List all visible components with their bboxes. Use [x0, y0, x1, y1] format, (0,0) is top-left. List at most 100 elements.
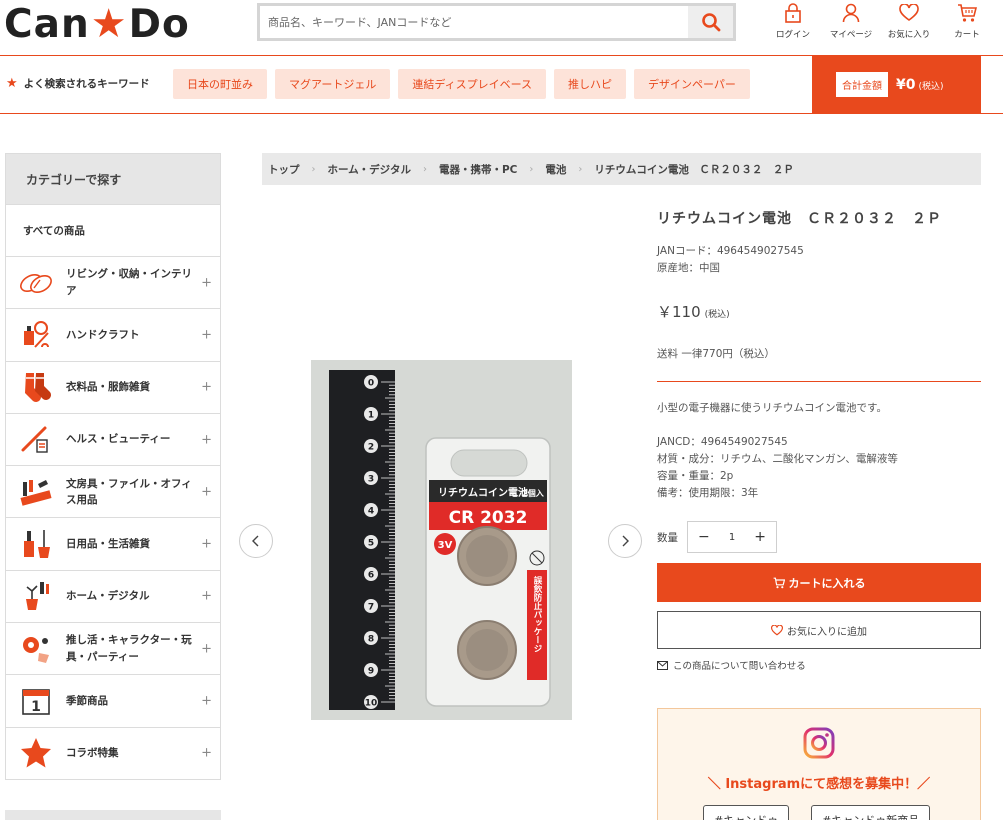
- gallery-next-button[interactable]: [608, 524, 642, 558]
- sidebar-item-stationery[interactable]: 文房具・ファイル・オフィス用品 +: [6, 466, 220, 519]
- breadcrumb: トップ › ホーム・デジタル › 電器・携帯・PC › 電池 › リチウムコイン電池 Ｃ…: [262, 153, 981, 185]
- cart-link[interactable]: カート: [938, 0, 996, 44]
- user-icon: [842, 3, 860, 23]
- sidebar-next-section: [5, 810, 221, 820]
- add-to-cart-button[interactable]: カートに入れる: [657, 563, 981, 602]
- sidebar-item-handcraft[interactable]: ハンドクラフト +: [6, 309, 220, 362]
- search-button[interactable]: [688, 6, 733, 38]
- expand-plus-icon[interactable]: +: [201, 589, 212, 604]
- add-to-favorites-button[interactable]: お気に入りに追加: [657, 611, 981, 649]
- living-icon: [20, 273, 52, 293]
- keyword-chip[interactable]: マグアートジェル: [275, 69, 391, 99]
- cart-total-value: ¥0 (税込): [896, 76, 944, 93]
- ruler-number: 0: [368, 379, 374, 389]
- sidebar-item-household[interactable]: 日用品・生活雑貨 +: [6, 518, 220, 571]
- login-link[interactable]: ログイン: [764, 0, 822, 44]
- breadcrumb-item[interactable]: トップ: [268, 162, 300, 177]
- ruler-number: 1: [368, 411, 374, 421]
- product-spec: 材質・成分：リチウム、二酸化マンガン、電解液等: [657, 453, 898, 465]
- clothing-icon: [25, 373, 51, 403]
- sidebar-item-label: リビング・収納・インテリア: [66, 268, 192, 297]
- product-spec: 備考：使用期限：3年: [657, 487, 759, 499]
- expand-plus-icon[interactable]: +: [201, 537, 212, 552]
- mypage-label: マイページ: [829, 30, 873, 40]
- product-title: リチウムコイン電池 ＣＲ２０３２ ２Ｐ: [657, 211, 942, 227]
- cart-total-label: 合計金額: [836, 72, 888, 97]
- toys-icon: [23, 636, 49, 663]
- cart-total-box[interactable]: 合計金額 ¥0 (税込): [812, 56, 981, 113]
- favorites-label: お気に入り: [887, 30, 931, 40]
- keyword-chip[interactable]: 日本の町並み: [173, 69, 267, 99]
- sidebar-item-living[interactable]: リビング・収納・インテリア +: [6, 257, 220, 310]
- ruler-number: 9: [368, 667, 374, 677]
- breadcrumb-item[interactable]: 電器・携帯・PC: [439, 162, 517, 177]
- cart-label: カート: [954, 30, 980, 40]
- ruler-number: 4: [368, 507, 374, 517]
- product-image[interactable]: 0 1 2 3 4 5 6 7 8 9 10 リチウムコイン電池 2個入 CR 2032 3V 誤飲…: [311, 360, 572, 720]
- sidebar-item-all[interactable]: すべての商品: [6, 205, 220, 257]
- keyword-chip[interactable]: 推しハピ: [554, 69, 627, 99]
- site-logo[interactable]: Can ★ Do: [4, 1, 190, 47]
- sidebar-item-label: 推し活・キャラクター・玩具・パーティー: [66, 634, 192, 663]
- shipping-fee: 送料 一律770円（税込）: [657, 348, 775, 360]
- hashtag-button[interactable]: #キャンドゥ: [703, 805, 790, 820]
- breadcrumb-item[interactable]: 電池: [545, 162, 566, 177]
- sidebar-item-toys[interactable]: 推し活・キャラクター・玩具・パーティー +: [6, 623, 220, 676]
- sidebar-item-home-digital[interactable]: ホーム・デジタル +: [6, 571, 220, 624]
- login-label: ログイン: [775, 30, 810, 40]
- sidebar-item-seasonal[interactable]: 1 季節商品 +: [6, 675, 220, 728]
- favorites-link[interactable]: お気に入り: [880, 0, 938, 44]
- ruler: 0 1 2 3 4 5 6 7 8 9 10: [329, 370, 395, 710]
- instagram-icon: [803, 727, 835, 759]
- cart-icon: [958, 4, 977, 22]
- gallery-prev-button[interactable]: [239, 524, 273, 558]
- expand-plus-icon[interactable]: +: [201, 327, 212, 342]
- product-spec: 容量・重量：2p: [657, 470, 734, 482]
- handcraft-icon: [24, 320, 49, 348]
- sidebar-item-label: 文房具・ファイル・オフィス用品: [66, 477, 192, 506]
- mypage-link[interactable]: マイページ: [822, 0, 880, 44]
- hashtag-button[interactable]: #キャンドゥ新商品: [811, 805, 931, 820]
- add-to-favorites-label: お気に入りに追加: [787, 626, 867, 638]
- ruler-number: 6: [368, 571, 374, 581]
- package-model: CR 2032: [449, 508, 528, 528]
- search-icon: [701, 13, 720, 32]
- ruler-number: 2: [368, 443, 374, 453]
- cart-icon: [773, 577, 785, 588]
- sidebar-item-collab[interactable]: コラボ特集 +: [6, 728, 220, 780]
- heart-icon: [899, 4, 919, 21]
- search-input[interactable]: [260, 6, 688, 38]
- header-icon-nav: ログイン マイページ お気に入り カート: [764, 0, 996, 44]
- calendar-icon: 1: [22, 689, 50, 715]
- expand-plus-icon[interactable]: +: [201, 275, 212, 290]
- logo-text-right: Do: [128, 1, 190, 47]
- keyword-chip[interactable]: 連結ディスプレイベース: [398, 69, 547, 99]
- expand-plus-icon[interactable]: +: [201, 380, 212, 395]
- ruler-number: 7: [368, 603, 374, 613]
- expand-plus-icon[interactable]: +: [201, 641, 212, 656]
- package-count: 2個入: [522, 488, 544, 498]
- quantity-decrease-button[interactable]: −: [698, 529, 710, 545]
- expand-plus-icon[interactable]: +: [201, 694, 212, 709]
- sidebar-item-label: 日用品・生活雑貨: [66, 538, 150, 550]
- expand-plus-icon[interactable]: +: [201, 746, 212, 761]
- breadcrumb-separator-icon: ›: [578, 163, 583, 175]
- product-description: 小型の電子機器に使うリチウムコイン電池です。: [657, 402, 887, 414]
- keyword-chip[interactable]: デザインペーパー: [634, 69, 750, 99]
- breadcrumb-item[interactable]: ホーム・デジタル: [328, 162, 411, 177]
- sidebar-item-clothing[interactable]: 衣料品・服飾雑貨 +: [6, 362, 220, 414]
- quantity-row: 数量 − 1 +: [657, 521, 981, 553]
- ruler-number: 3: [368, 475, 374, 485]
- ruler-number: 8: [368, 635, 374, 645]
- quantity-value[interactable]: 1: [729, 532, 735, 543]
- keywords-title-text: よく検索されるキーワード: [23, 78, 150, 90]
- logo-star-icon: ★: [90, 1, 128, 47]
- sidebar-item-label: 季節商品: [66, 694, 108, 707]
- search-bar: [257, 3, 736, 41]
- expand-plus-icon[interactable]: +: [201, 432, 212, 447]
- contact-link[interactable]: この商品について問い合わせる: [657, 658, 981, 672]
- expand-plus-icon[interactable]: +: [201, 484, 212, 499]
- quantity-increase-button[interactable]: +: [754, 529, 766, 545]
- sidebar-item-beauty[interactable]: ヘルス・ビューティー +: [6, 414, 220, 467]
- mail-icon: [657, 660, 668, 670]
